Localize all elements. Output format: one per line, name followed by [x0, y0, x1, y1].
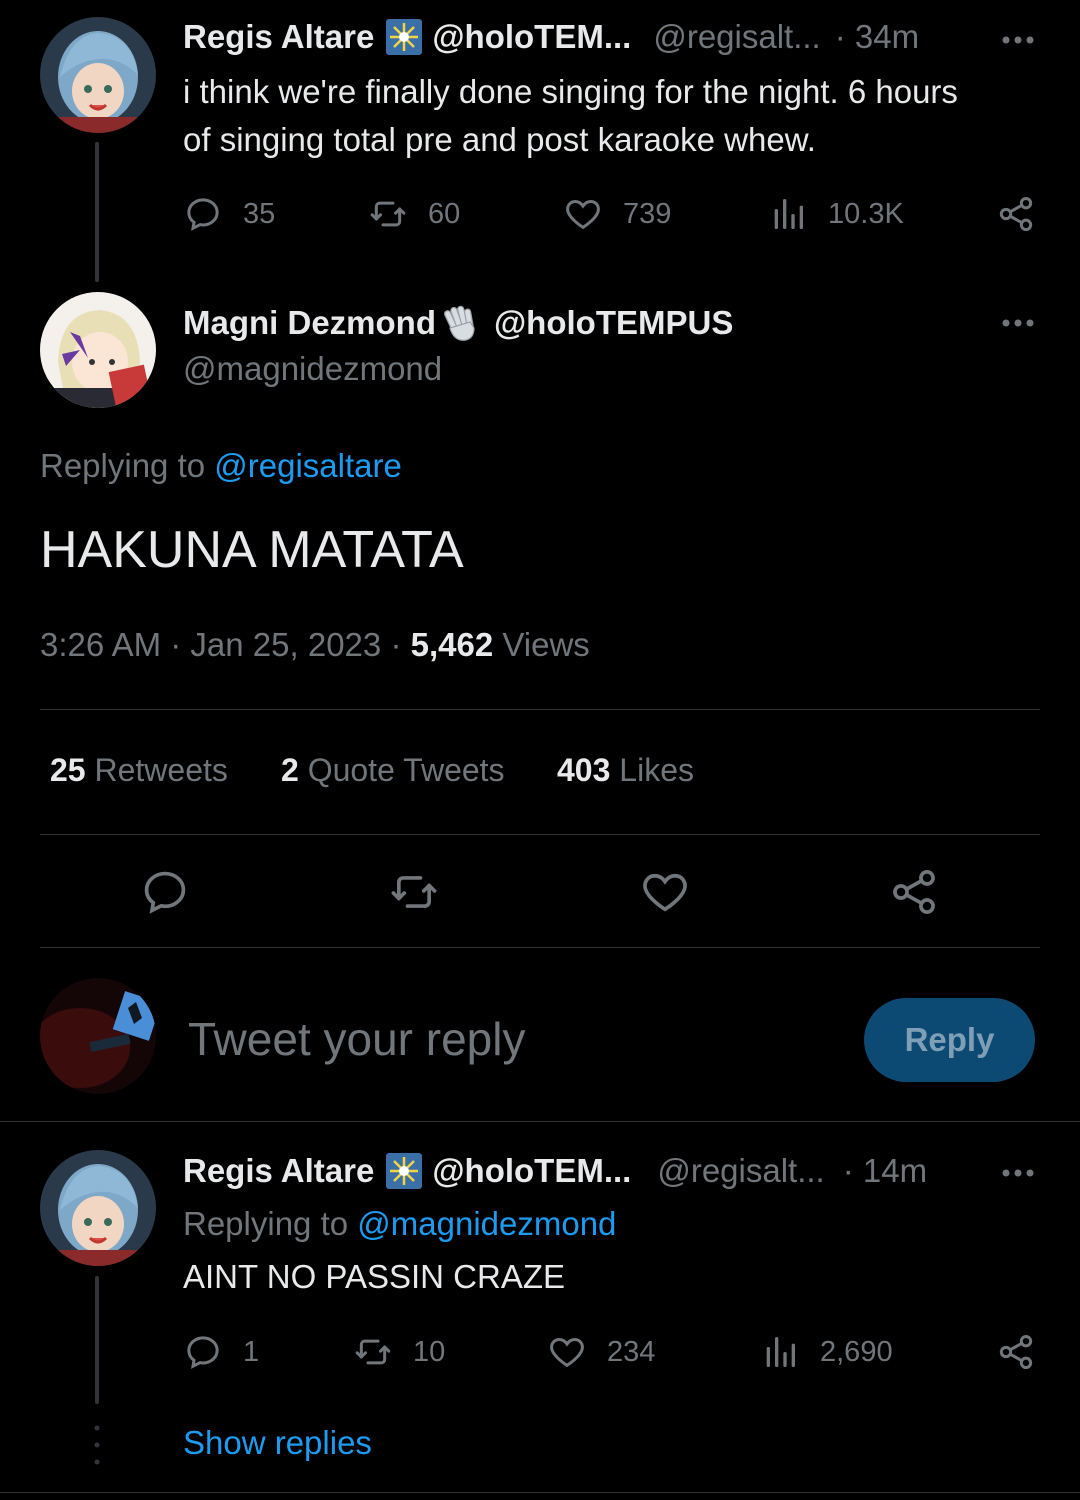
- likes-label: Likes: [619, 752, 694, 788]
- affiliation-handle[interactable]: @holoTEM...: [432, 18, 631, 56]
- reply-action[interactable]: 35: [183, 194, 275, 234]
- reply-tweet-actions: 1 10 234 2,690: [183, 1332, 1036, 1376]
- replying-to-handle[interactable]: @regisaltare: [214, 447, 402, 484]
- views-label: Views: [502, 626, 590, 663]
- views-action[interactable]: 10.3K: [768, 194, 904, 234]
- divider: [40, 947, 1040, 948]
- retweet-icon: [370, 201, 406, 227]
- heart-icon: [550, 1337, 584, 1368]
- heart-icon: [566, 199, 600, 230]
- current-user-avatar[interactable]: [40, 978, 156, 1094]
- reply-button[interactable]: Reply: [864, 998, 1035, 1082]
- likes-stat[interactable]: 403 Likes: [557, 752, 694, 789]
- views-chart-icon: [766, 1337, 795, 1367]
- retweets-count: 25: [50, 752, 86, 788]
- divider: [40, 709, 1040, 710]
- retweet-action[interactable]: 60: [368, 194, 460, 234]
- retweet-icon: [355, 1339, 391, 1365]
- thread-line-top: [95, 142, 99, 282]
- like-count: 234: [607, 1335, 656, 1368]
- quotes-count: 2: [281, 752, 299, 788]
- quotes-label: Quote Tweets: [307, 752, 505, 788]
- divider: [40, 834, 1040, 835]
- retweet-count: 60: [428, 197, 461, 230]
- tweet-text-line: of singing total pre and post karaoke wh…: [183, 121, 816, 158]
- retweet-icon[interactable]: [388, 866, 440, 918]
- reply-input[interactable]: Tweet your reply: [188, 1012, 525, 1066]
- author-handle[interactable]: @regisalt...: [657, 1152, 824, 1190]
- thread-line-bottom: [95, 1276, 99, 1404]
- separator-dot: ·: [390, 626, 402, 663]
- reply-count: 35: [243, 197, 276, 230]
- heart-icon[interactable]: [639, 866, 691, 918]
- replying-to-line: Replying to @magnidezmond: [183, 1205, 616, 1243]
- separator-dot: ·: [170, 626, 182, 663]
- more-options-icon[interactable]: [1000, 1167, 1036, 1179]
- author-name[interactable]: Regis Altare: [183, 18, 374, 56]
- reply-icon[interactable]: [139, 866, 191, 918]
- replying-to-label: Replying to: [183, 1205, 349, 1242]
- tweet-timestamp-line: 3:26 AM · Jan 25, 2023 · 5,462 Views: [40, 626, 590, 664]
- parent-tweet-text: i think we're finally done singing for t…: [183, 68, 1043, 164]
- share-action[interactable]: [996, 194, 1036, 234]
- share-icon[interactable]: [888, 866, 940, 918]
- affiliation-badge-icon: [386, 19, 423, 55]
- parent-tweet-actions: 35 60 739 10.3K: [183, 194, 1036, 238]
- reply-action[interactable]: 1: [183, 1332, 259, 1372]
- author-handle[interactable]: @magnidezmond: [183, 350, 442, 388]
- share-action[interactable]: [996, 1332, 1036, 1372]
- retweets-stat[interactable]: 25 Retweets: [50, 752, 228, 789]
- affiliation-handle[interactable]: @holoTEMPUS: [494, 304, 733, 342]
- divider: [0, 1121, 1080, 1122]
- tweet-time[interactable]: 3:26 AM: [40, 626, 161, 663]
- like-count: 739: [623, 197, 672, 230]
- tweet-time[interactable]: · 14m: [843, 1152, 927, 1190]
- main-tweet-header: Magni Dezmond @holoTEMPUS: [183, 302, 733, 344]
- replying-to-label: Replying to: [40, 447, 206, 484]
- quote-tweets-stat[interactable]: 2 Quote Tweets: [281, 752, 505, 789]
- like-action[interactable]: 234: [547, 1332, 655, 1372]
- affiliation-handle[interactable]: @holoTEM...: [432, 1152, 631, 1190]
- tweet-time[interactable]: · 34m: [835, 18, 919, 56]
- reply-tweet-text: AINT NO PASSIN CRAZE: [183, 1258, 566, 1295]
- more-options-icon[interactable]: [1000, 34, 1036, 46]
- divider: [0, 1492, 1080, 1493]
- views-count: 5,462: [410, 626, 494, 663]
- author-handle[interactable]: @regisalt...: [653, 18, 820, 56]
- tweet-text-line: i think we're finally done singing for t…: [183, 73, 958, 110]
- waving-hand-icon: [444, 305, 475, 341]
- like-action[interactable]: 739: [563, 194, 671, 234]
- reply-tweet-header: Regis Altare @holoTEM... @regisalt... · …: [183, 1152, 927, 1190]
- retweet-count: 10: [413, 1335, 446, 1368]
- reply-icon: [187, 198, 219, 231]
- share-icon: [999, 197, 1033, 231]
- tweet-date[interactable]: Jan 25, 2023: [190, 626, 381, 663]
- main-tweet-text: HAKUNA MATATA: [40, 521, 464, 579]
- replying-to-handle[interactable]: @magnidezmond: [357, 1205, 616, 1242]
- author-name[interactable]: Regis Altare: [183, 1152, 374, 1190]
- retweets-label: Retweets: [94, 752, 228, 788]
- reply-icon: [187, 1336, 219, 1369]
- views-chart-icon: [774, 199, 803, 229]
- thread-dots: [94, 1425, 100, 1465]
- views-count: 10.3K: [828, 197, 904, 230]
- parent-tweet-header: Regis Altare @holoTEM... @regisalt... · …: [183, 18, 919, 56]
- views-action[interactable]: 2,690: [760, 1332, 893, 1372]
- reply-count: 1: [243, 1335, 260, 1368]
- share-icon: [999, 1335, 1033, 1369]
- views-count: 2,690: [820, 1335, 893, 1368]
- author-name[interactable]: Magni Dezmond: [183, 304, 436, 342]
- likes-count: 403: [557, 752, 611, 788]
- retweet-action[interactable]: 10: [353, 1332, 445, 1372]
- regis-avatar[interactable]: [40, 1150, 156, 1266]
- more-options-icon[interactable]: [1000, 317, 1036, 329]
- magni-avatar[interactable]: [40, 292, 156, 408]
- affiliation-badge-icon: [386, 1153, 423, 1189]
- show-replies-link[interactable]: Show replies: [183, 1424, 372, 1462]
- replying-to-line: Replying to @regisaltare: [40, 447, 402, 485]
- regis-avatar[interactable]: [40, 17, 156, 133]
